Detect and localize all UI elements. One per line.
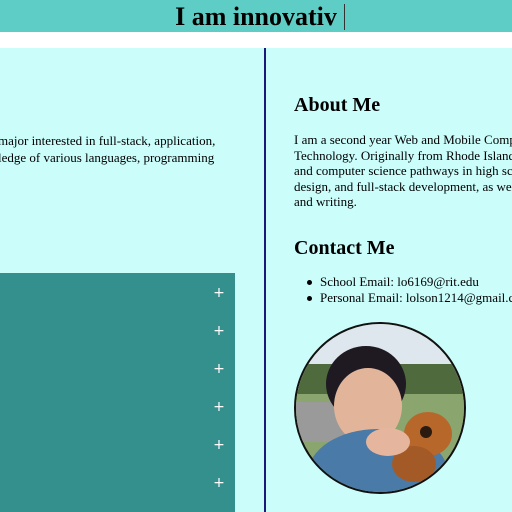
accordion-item[interactable]: + xyxy=(0,425,235,463)
about-line: and computer science pathways in high sc xyxy=(294,163,512,178)
typing-caret xyxy=(344,4,345,30)
intro-line: major interested in full-stack, applicat… xyxy=(0,133,216,148)
profile-photo xyxy=(294,322,466,494)
about-line: I am a second year Web and Mobile Comp xyxy=(294,132,512,147)
school-email[interactable]: School Email: lo6169@rit.edu xyxy=(294,274,512,290)
accordion-item[interactable]: + xyxy=(0,349,235,387)
accordion-item[interactable]: + xyxy=(0,387,235,425)
plus-icon[interactable]: + xyxy=(213,362,225,376)
plus-icon[interactable]: + xyxy=(213,476,225,490)
column-divider xyxy=(264,48,266,512)
about-heading: About Me xyxy=(294,94,381,116)
contact-heading: Contact Me xyxy=(294,237,395,259)
plus-icon[interactable]: + xyxy=(213,438,225,452)
accordion-item[interactable]: + xyxy=(0,463,235,501)
plus-icon[interactable]: + xyxy=(213,400,225,414)
plus-icon[interactable]: + xyxy=(213,324,225,338)
intro-line: ledge of various languages, programming xyxy=(0,150,215,165)
about-paragraph: I am a second year Web and Mobile Comp T… xyxy=(294,132,512,210)
plus-icon[interactable]: + xyxy=(213,286,225,300)
profile-photo-image xyxy=(296,324,464,492)
accordion-item[interactable]: + xyxy=(0,311,235,349)
accordion-item[interactable]: + xyxy=(0,273,235,311)
about-line: and writing. xyxy=(294,194,357,209)
nav-strip xyxy=(0,32,512,48)
page-title: I am innovativ xyxy=(175,2,337,31)
accordion: + + + + + + xyxy=(0,273,235,512)
contact-list: School Email: lo6169@rit.edu Personal Em… xyxy=(294,274,512,305)
about-line: design, and full-stack development, as w… xyxy=(294,178,512,194)
intro-paragraph: major interested in full-stack, applicat… xyxy=(0,132,262,166)
personal-email[interactable]: Personal Email: lolson1214@gmail.c xyxy=(294,290,512,306)
about-line: Technology. Originally from Rhode Island xyxy=(294,147,512,163)
